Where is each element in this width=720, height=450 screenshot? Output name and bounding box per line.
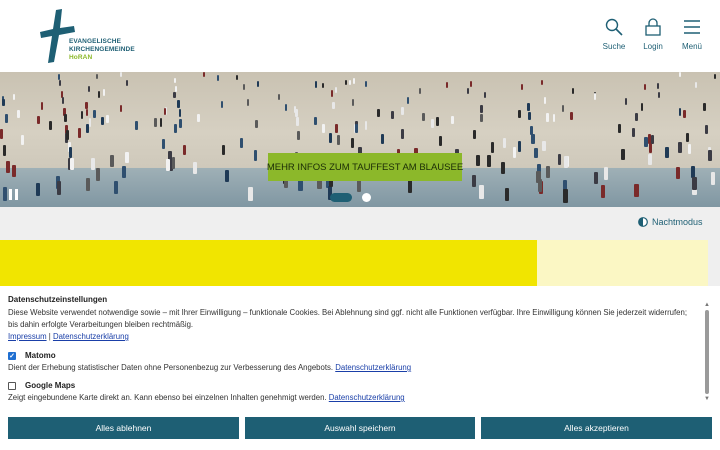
accept-all-button[interactable]: Alles akzeptieren bbox=[481, 417, 712, 439]
nav-menu-label: Menü bbox=[681, 42, 702, 51]
lock-icon bbox=[645, 18, 661, 36]
link-separator: | bbox=[48, 332, 51, 341]
reject-all-button[interactable]: Alles ablehnen bbox=[8, 417, 239, 439]
scroll-up-icon[interactable]: ▲ bbox=[704, 302, 710, 308]
logo-line-2: KIRCHENGEMEINDE bbox=[69, 46, 135, 53]
half-circle-icon bbox=[638, 217, 648, 227]
nav-login-label: Login bbox=[643, 42, 663, 51]
slider-dot-active[interactable] bbox=[330, 193, 352, 202]
matomo-description: Dient der Erhebung statistischer Daten o… bbox=[8, 363, 411, 372]
google-maps-checkbox[interactable] bbox=[8, 381, 16, 390]
logo-line-1: EVANGELISCHE bbox=[69, 38, 122, 45]
pale-yellow-block bbox=[537, 240, 708, 286]
cookie-scrollbar[interactable]: ▲ ▼ bbox=[704, 302, 710, 402]
google-maps-desc-text: Zeigt eingebundene Karte direkt an. Kann… bbox=[8, 393, 327, 402]
option-google-maps[interactable]: Google Maps bbox=[8, 381, 75, 390]
hero-cta-button[interactable]: MEHR INFOS ZUM TAUFFEST AM BLAUSEE bbox=[267, 153, 463, 181]
cookie-intro-text: Diese Website verwendet notwendige sowie… bbox=[8, 308, 688, 329]
cookie-banner: Datenschutzeinstellungen Diese Website v… bbox=[0, 286, 720, 450]
matomo-desc-text: Dient der Erhebung statistischer Daten o… bbox=[8, 363, 334, 372]
logo[interactable]: EVANGELISCHE KIRCHENGEMEINDE HoRAN bbox=[40, 8, 140, 66]
hamburger-icon bbox=[684, 20, 700, 34]
nav-search-label: Suche bbox=[602, 42, 626, 51]
nav-menu[interactable]: Menü bbox=[672, 18, 712, 51]
nav-login[interactable]: Login bbox=[633, 18, 673, 51]
privacy-link[interactable]: Datenschutzerklärung bbox=[53, 332, 129, 341]
google-maps-label: Google Maps bbox=[25, 381, 76, 390]
hero-slider: MEHR INFOS ZUM TAUFFEST AM BLAUSEE bbox=[0, 72, 720, 207]
search-icon bbox=[605, 18, 623, 36]
google-maps-description: Zeigt eingebundene Karte direkt an. Kann… bbox=[8, 393, 405, 402]
yellow-block bbox=[0, 240, 537, 286]
pause-icon[interactable] bbox=[9, 189, 18, 200]
nightmode-toggle[interactable]: Nachtmodus bbox=[638, 217, 703, 227]
matomo-label: Matomo bbox=[25, 351, 56, 360]
matomo-privacy-link[interactable]: Datenschutzerklärung bbox=[335, 363, 411, 372]
cookie-title: Datenschutzeinstellungen bbox=[8, 295, 108, 304]
matomo-checkbox[interactable]: ✓ bbox=[8, 351, 16, 360]
site-header: EVANGELISCHE KIRCHENGEMEINDE HoRAN Suche… bbox=[0, 0, 720, 72]
slider-dot[interactable] bbox=[362, 193, 371, 202]
google-maps-privacy-link[interactable]: Datenschutzerklärung bbox=[329, 393, 405, 402]
save-selection-button[interactable]: Auswahl speichern bbox=[245, 417, 475, 439]
logo-text: EVANGELISCHE KIRCHENGEMEINDE HoRAN bbox=[69, 38, 135, 62]
impressum-link[interactable]: Impressum bbox=[8, 332, 47, 341]
nav-search[interactable]: Suche bbox=[594, 18, 634, 51]
scroll-down-icon[interactable]: ▼ bbox=[704, 396, 710, 402]
option-matomo[interactable]: ✓ Matomo bbox=[8, 351, 56, 360]
cookie-intro: Diese Website verwendet notwendige sowie… bbox=[8, 307, 698, 343]
nightmode-label: Nachtmodus bbox=[652, 217, 703, 227]
logo-line-3: HoRAN bbox=[69, 54, 93, 61]
scroll-thumb[interactable] bbox=[705, 310, 709, 394]
